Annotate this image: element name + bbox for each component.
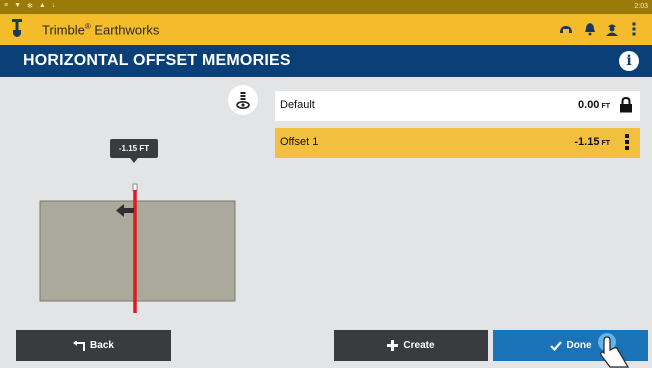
done-button-label: Done [566, 340, 592, 351]
usb-icon: ≡ [4, 2, 9, 9]
offset-name: Offset 1 [280, 136, 319, 148]
offset-value-number: -1.15 [574, 136, 600, 148]
machine-icon[interactable] [559, 22, 573, 36]
offset-value: 0.00 FT [578, 99, 610, 111]
view-toggle-button[interactable] [228, 85, 258, 115]
status-icons: ≡ ▼ ✻ ▲ ↓ [4, 2, 55, 10]
page-header: HORIZONTAL OFFSET MEMORIES i [0, 45, 652, 77]
status-bar: ≡ ▼ ✻ ▲ ↓ 2:03 [0, 0, 652, 14]
blade-tip-marker [132, 183, 138, 192]
create-button[interactable]: Create [334, 330, 488, 361]
offset-value-tooltip: -1.15 FT [110, 139, 158, 163]
overflow-menu-icon[interactable] [630, 22, 638, 36]
app-name: Trimble® Earthworks [42, 22, 159, 37]
offset-row-default[interactable]: Default 0.00 FT [275, 91, 640, 121]
plus-icon [387, 340, 399, 351]
download-icon: ↓ [51, 2, 56, 9]
design-surface [39, 200, 236, 302]
back-button-label: Back [90, 340, 114, 351]
offset-row-selected[interactable]: Offset 1 -1.15 FT [275, 128, 640, 158]
blade-view-icon [236, 92, 250, 109]
create-button-label: Create [403, 340, 435, 351]
checkmark-icon [549, 340, 562, 351]
trimble-shovel-logo-icon [12, 19, 22, 37]
row-menu-icon[interactable] [623, 133, 631, 153]
operator-icon[interactable] [605, 22, 619, 36]
settings-icon: ✻ [27, 3, 33, 10]
info-icon[interactable]: i [619, 51, 639, 71]
lock-icon [620, 97, 632, 113]
status-clock: 2:03 [634, 3, 648, 10]
bell-icon[interactable] [583, 22, 597, 36]
offset-name: Default [280, 99, 315, 111]
location-icon: ▼ [14, 2, 22, 9]
offset-value: -1.15 FT [574, 136, 610, 148]
back-button[interactable]: Back [16, 330, 171, 361]
back-arrow-icon [73, 340, 86, 351]
app-name-brand: Trimble [42, 22, 85, 38]
app-bar: Trimble® Earthworks [0, 14, 652, 45]
offset-unit: FT [601, 103, 610, 110]
page-title: HORIZONTAL OFFSET MEMORIES [23, 52, 291, 69]
warning-icon: ▲ [38, 2, 46, 9]
app-name-suffix: Earthworks [90, 22, 160, 38]
offset-value-number: 0.00 [578, 99, 600, 111]
hand-pointer-icon [598, 333, 630, 368]
offset-unit: FT [601, 140, 610, 147]
